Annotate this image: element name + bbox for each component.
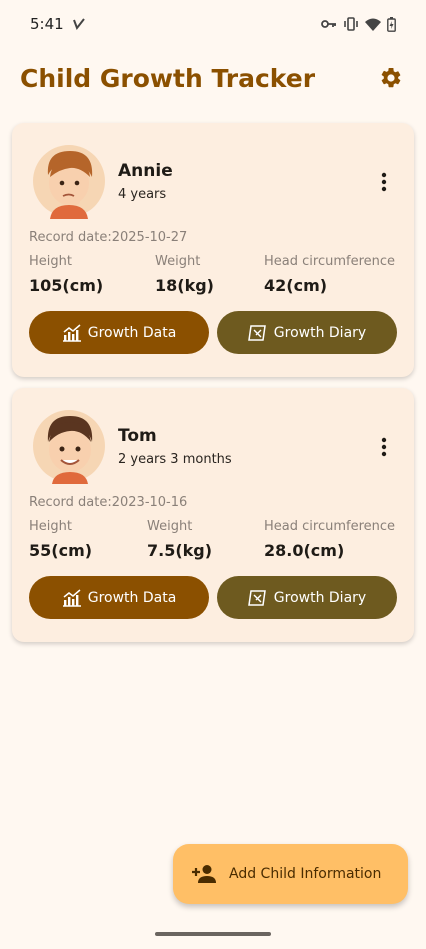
chart-icon [62, 588, 81, 607]
child-card[interactable]: Annie 4 years Record date:2025-10-27 Hei… [12, 123, 414, 377]
diary-icon [247, 589, 266, 606]
wifi-icon [365, 18, 381, 31]
record-date: Record date:2025-10-27 [29, 230, 188, 245]
avatar [30, 141, 108, 219]
add-child-fab[interactable]: Add Child Information [173, 844, 408, 904]
growth-diary-button[interactable]: Growth Diary [217, 576, 397, 619]
child-age: 4 years [118, 187, 167, 202]
head-circumference-label: Head circumference [264, 254, 396, 269]
diary-icon [247, 324, 266, 341]
status-time: 5:41 [30, 15, 64, 33]
height-value: 105(cm) [29, 276, 104, 295]
weight-label: Weight [147, 519, 193, 534]
record-date: Record date:2023-10-16 [29, 495, 188, 510]
settings-button[interactable] [376, 63, 406, 93]
more-vert-icon [381, 172, 387, 192]
app-header: Child Growth Tracker [0, 56, 426, 100]
gear-icon [381, 67, 401, 88]
growth-data-label: Growth Data [87, 324, 177, 341]
page-title: Child Growth Tracker [20, 63, 316, 93]
vpn-key-icon [321, 20, 336, 28]
battery-icon [387, 16, 396, 32]
status-bar: 5:41 [0, 0, 426, 48]
more-options-button[interactable] [372, 169, 396, 195]
notification-check-icon [72, 18, 85, 31]
height-label: Height [29, 519, 72, 534]
child-name: Tom [118, 426, 157, 446]
child-age: 2 years 3 months [118, 452, 232, 467]
add-child-label: Add Child Information [229, 866, 382, 882]
growth-data-button[interactable]: Growth Data [29, 311, 209, 354]
home-indicator[interactable] [155, 932, 271, 936]
height-label: Height [29, 254, 72, 269]
head-circumference-value: 42(cm) [264, 276, 328, 295]
avatar [30, 406, 108, 484]
child-name: Annie [118, 161, 173, 181]
chart-icon [62, 323, 81, 342]
head-circumference-value: 28.0(cm) [264, 541, 345, 560]
growth-data-label: Growth Data [87, 589, 177, 606]
growth-data-button[interactable]: Growth Data [29, 576, 209, 619]
more-vert-icon [381, 437, 387, 457]
child-card[interactable]: Tom 2 years 3 months Record date:2023-10… [12, 388, 414, 642]
vibrate-icon [344, 17, 358, 31]
weight-value: 7.5(kg) [147, 541, 213, 560]
head-circumference-label: Head circumference [264, 519, 396, 534]
growth-diary-button[interactable]: Growth Diary [217, 311, 397, 354]
weight-label: Weight [155, 254, 201, 269]
add-person-icon [192, 865, 216, 883]
growth-diary-label: Growth Diary [273, 324, 367, 341]
more-options-button[interactable] [372, 434, 396, 460]
height-value: 55(cm) [29, 541, 93, 560]
growth-diary-label: Growth Diary [273, 589, 367, 606]
weight-value: 18(kg) [155, 276, 214, 295]
